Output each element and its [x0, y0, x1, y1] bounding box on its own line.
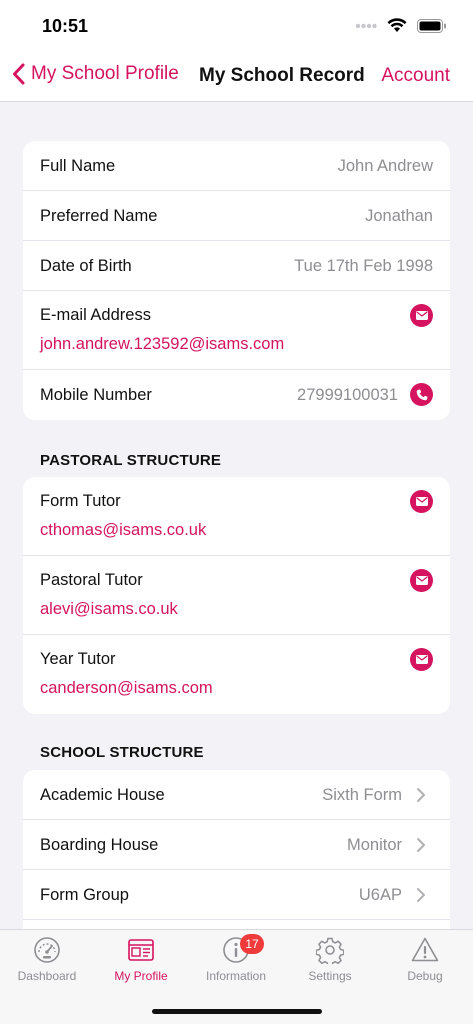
- boarding-house-row[interactable]: Boarding House Monitor: [23, 820, 450, 870]
- tab-my-profile-label: My Profile: [114, 969, 168, 983]
- account-button[interactable]: Account: [381, 65, 450, 87]
- phone-icon: [416, 389, 427, 400]
- date-of-birth-label: Date of Birth: [40, 257, 132, 275]
- status-bar: 10:51: [0, 0, 473, 52]
- year-tutor-email-link[interactable]: canderson@isams.com: [40, 679, 213, 698]
- chevron-right-icon: [417, 788, 425, 802]
- form-group-label: Form Group: [40, 886, 129, 904]
- school-section-header: SCHOOL STRUCTURE: [40, 744, 204, 761]
- tab-debug-label: Debug: [407, 969, 443, 983]
- mobile-label: Mobile Number: [40, 386, 152, 404]
- profile-card-icon: [128, 939, 154, 961]
- preferred-name-value: Jonathan: [365, 207, 433, 225]
- full-name-value: John Andrew: [337, 157, 433, 175]
- tab-settings-label: Settings: [308, 969, 352, 983]
- full-name-row: Full Name John Andrew: [23, 141, 450, 191]
- tab-dashboard[interactable]: Dashboard: [0, 936, 94, 992]
- year-tutor-row: Year Tutor canderson@isams.com: [23, 635, 450, 714]
- back-button-label: My School Profile: [31, 63, 179, 84]
- pastoral-tutor-email-button[interactable]: [410, 569, 433, 592]
- boarding-house-value: Monitor: [346, 836, 402, 854]
- mobile-value: 27999100031: [297, 386, 398, 404]
- home-indicator: [152, 1009, 322, 1014]
- email-link[interactable]: john.andrew.123592@isams.com: [40, 335, 284, 354]
- chevron-right-icon: [417, 888, 425, 902]
- academic-house-value: Sixth Form: [322, 786, 402, 804]
- content-scroll-area[interactable]: Full Name John Andrew Preferred Name Jon…: [0, 103, 473, 929]
- call-button[interactable]: [410, 383, 433, 406]
- form-tutor-label: Form Tutor: [40, 492, 121, 510]
- status-time: 10:51: [42, 16, 89, 36]
- pastoral-tutor-email-link[interactable]: alevi@isams.co.uk: [40, 600, 178, 619]
- tab-my-profile[interactable]: My Profile: [94, 936, 188, 992]
- envelope-icon: [415, 311, 428, 320]
- envelope-icon: [415, 576, 428, 585]
- tab-information-label: Information: [205, 969, 267, 983]
- navigation-bar: My School Profile My School Record Accou…: [0, 52, 473, 102]
- tab-debug[interactable]: Debug: [378, 936, 472, 992]
- year-tutor-label: Year Tutor: [40, 650, 116, 668]
- back-button[interactable]: My School Profile: [12, 63, 179, 85]
- preferred-name-row: Preferred Name Jonathan: [23, 191, 450, 241]
- gear-icon: [316, 937, 344, 964]
- date-of-birth-value: Tue 17th Feb 1998: [294, 257, 433, 275]
- form-tutor-email-link[interactable]: cthomas@isams.co.uk: [40, 521, 206, 540]
- chevron-right-icon: [417, 838, 425, 852]
- status-icons: [355, 18, 447, 33]
- personal-details-card: Full Name John Andrew Preferred Name Jon…: [23, 141, 450, 420]
- form-group-value: U6AP: [358, 886, 402, 904]
- tab-information[interactable]: 17 Information: [189, 934, 283, 992]
- email-row: E-mail Address john.andrew.123592@isams.…: [23, 291, 450, 370]
- mobile-row: Mobile Number 27999100031: [23, 370, 450, 420]
- form-tutor-row: Form Tutor cthomas@isams.co.uk: [23, 477, 450, 556]
- tab-dashboard-label: Dashboard: [17, 969, 77, 983]
- gauge-icon: [34, 937, 60, 963]
- form-tutor-email-button[interactable]: [410, 490, 433, 513]
- academic-house-label: Academic House: [40, 786, 165, 804]
- tab-settings[interactable]: Settings: [283, 936, 377, 992]
- envelope-icon: [415, 497, 428, 506]
- warning-icon: [411, 937, 439, 962]
- email-label: E-mail Address: [40, 306, 151, 324]
- academic-house-row[interactable]: Academic House Sixth Form: [23, 770, 450, 820]
- chevron-left-icon: [13, 63, 25, 85]
- year-tutor-email-button[interactable]: [410, 648, 433, 671]
- date-of-birth-row: Date of Birth Tue 17th Feb 1998: [23, 241, 450, 291]
- preferred-name-label: Preferred Name: [40, 207, 158, 225]
- full-name-label: Full Name: [40, 157, 116, 175]
- pastoral-card: Form Tutor cthomas@isams.co.uk Pastoral …: [23, 477, 450, 714]
- boarding-house-label: Boarding House: [40, 836, 159, 854]
- page-title: My School Record: [199, 65, 365, 86]
- form-group-row[interactable]: Form Group U6AP: [23, 870, 450, 920]
- pastoral-tutor-label: Pastoral Tutor: [40, 571, 143, 589]
- pastoral-section-header: PASTORAL STRUCTURE: [40, 452, 222, 469]
- notification-badge: 17: [240, 934, 264, 954]
- signal-icon: [355, 23, 377, 28]
- school-structure-card: Academic House Sixth Form Boarding House…: [23, 770, 450, 929]
- pastoral-tutor-row: Pastoral Tutor alevi@isams.co.uk: [23, 556, 450, 635]
- wifi-icon: [387, 18, 407, 32]
- email-button[interactable]: [410, 304, 433, 327]
- envelope-icon: [415, 655, 428, 664]
- battery-icon: [417, 18, 446, 33]
